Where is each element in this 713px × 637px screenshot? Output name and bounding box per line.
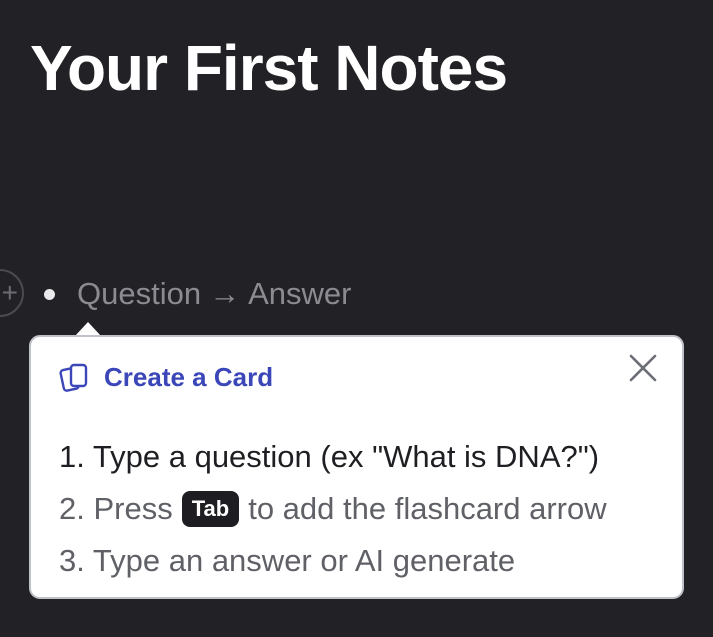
tooltip-header: Create a Card: [59, 361, 273, 393]
arrow-icon: →: [209, 276, 241, 311]
instruction-steps: 1. Type a question (ex "What is DNA?") 2…: [59, 431, 666, 587]
close-icon: [629, 354, 657, 382]
step-2-prefix: 2. Press: [59, 491, 173, 526]
step-2-suffix: to add the flashcard arrow: [248, 491, 607, 526]
tooltip-caret: [75, 322, 101, 336]
bullet-icon: [44, 288, 55, 300]
plus-icon: +: [1, 277, 18, 308]
tab-key-badge: Tab: [181, 491, 240, 527]
cards-icon: [59, 363, 88, 392]
bullet-list-item[interactable]: Question → Answer: [44, 272, 351, 316]
card-placeholder[interactable]: Question → Answer: [77, 276, 351, 312]
add-block-button[interactable]: +: [0, 269, 24, 317]
step-2: 2. Press Tab to add the flashcard arrow: [59, 483, 666, 535]
answer-placeholder: Answer: [248, 276, 352, 311]
step-1: 1. Type a question (ex "What is DNA?"): [59, 439, 600, 474]
page-title: Your First Notes: [30, 32, 508, 104]
tooltip-title: Create a Card: [104, 361, 274, 392]
question-placeholder: Question: [77, 276, 202, 311]
create-card-tooltip: Create a Card 1. Type a question (ex "Wh…: [29, 335, 684, 599]
close-button[interactable]: [626, 351, 660, 385]
step-3: 3. Type an answer or AI generate: [59, 543, 516, 578]
